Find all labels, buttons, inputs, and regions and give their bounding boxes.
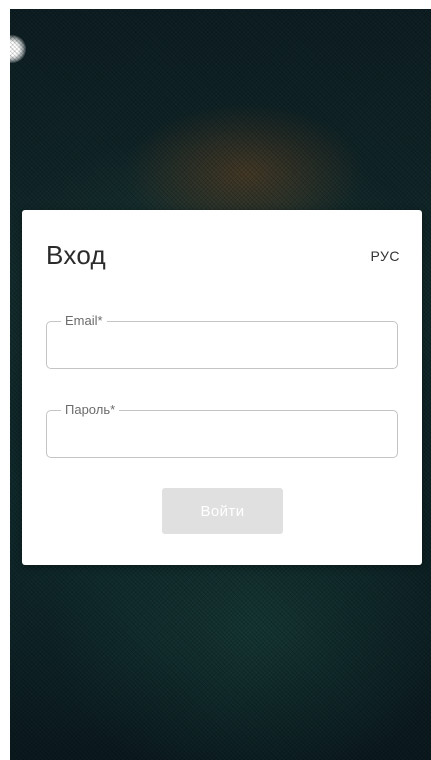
light-glow <box>10 35 26 63</box>
login-button[interactable]: Войти <box>162 488 283 534</box>
language-switcher[interactable]: РУС <box>370 248 400 264</box>
login-card: Вход РУС Email* Пароль* Войти <box>22 210 422 565</box>
password-input[interactable] <box>47 411 397 457</box>
password-field[interactable]: Пароль* <box>46 402 398 458</box>
email-field[interactable]: Email* <box>46 313 398 369</box>
page-title: Вход <box>46 240 107 270</box>
email-input[interactable] <box>47 322 397 368</box>
